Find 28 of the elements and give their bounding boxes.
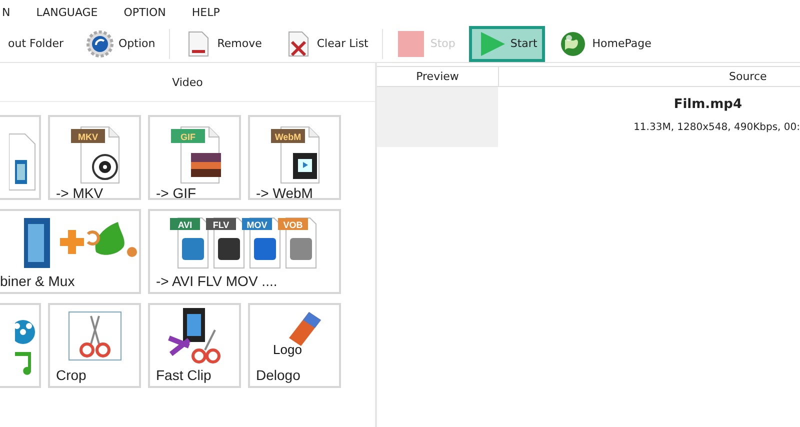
- column-header: Source: [728, 69, 768, 85]
- toolbar-button[interactable]: Remove: [176, 26, 270, 62]
- menu-item[interactable]: LANGUAGE: [34, 6, 100, 19]
- menu-item[interactable]: OPTION: [122, 6, 168, 19]
- toolbar-button[interactable]: Start: [469, 26, 546, 62]
- tool-tile[interactable]: MKV -> MKV: [48, 115, 141, 200]
- menu-item[interactable]: N: [0, 6, 12, 19]
- tool-tile[interactable]: Fast Clip: [148, 303, 241, 388]
- tool-tile[interactable]: AVI FLV MOV VOB -> AVI FLV MOV ....: [148, 209, 341, 294]
- toolbar-button[interactable]: out Folder: [0, 26, 72, 62]
- tool-tile[interactable]: WebM -> WebM: [248, 115, 341, 200]
- tool-tile[interactable]: Logo Delogo: [248, 303, 341, 388]
- file-name: Film.mp4: [674, 97, 742, 112]
- stop-icon: [397, 30, 426, 58]
- tool-tile[interactable]: [0, 303, 41, 388]
- tool-tile[interactable]: GIF -> GIF: [148, 115, 241, 200]
- tool-tile[interactable]: [0, 115, 41, 200]
- toolbar-button[interactable]: Option: [78, 26, 164, 62]
- tool-tile[interactable]: Crop: [48, 303, 141, 388]
- gear-icon: [86, 30, 114, 58]
- file-info: 11.33M, 1280x548, 490Kbps, 00:: [634, 122, 800, 133]
- menu-item[interactable]: HELP: [190, 6, 222, 19]
- column-header: Preview: [377, 67, 499, 86]
- panel-title: Video: [0, 63, 375, 102]
- toolbar-button[interactable]: Clear List: [276, 26, 376, 62]
- globe-icon: [559, 30, 588, 58]
- tool-tile[interactable]: biner & Mux: [0, 209, 141, 294]
- toolbar-button[interactable]: HomePage: [551, 26, 660, 62]
